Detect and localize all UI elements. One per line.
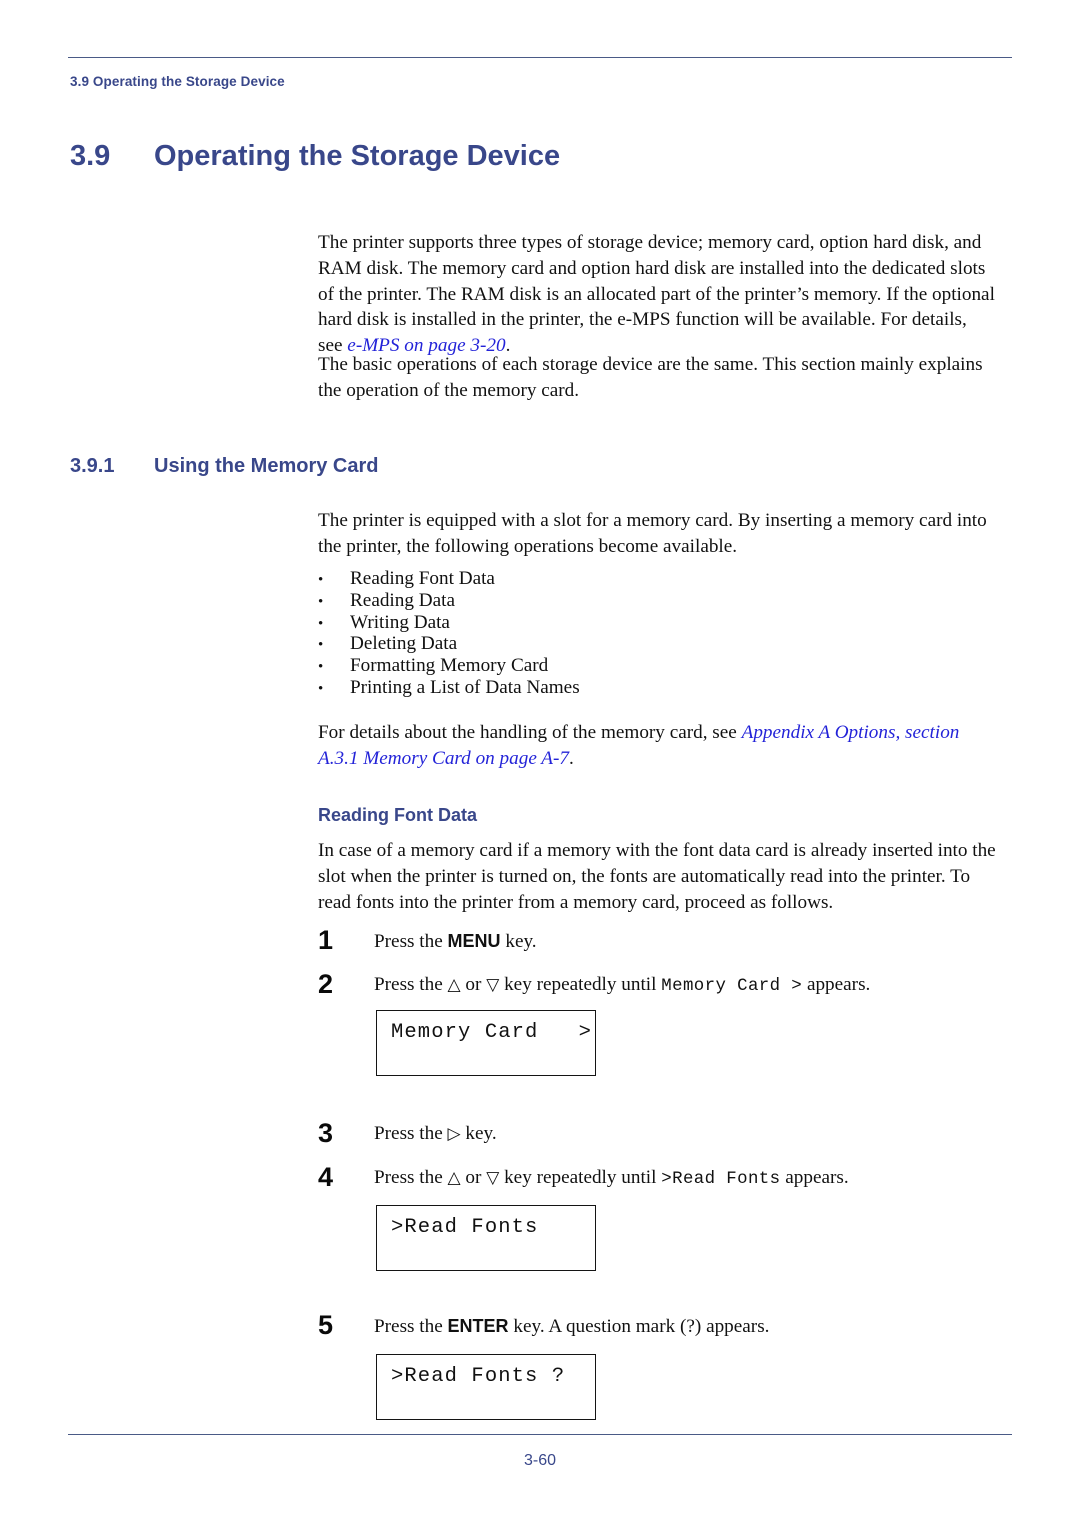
list-item: • Reading Font Data — [318, 568, 996, 590]
step-text-or: or — [460, 1167, 487, 1188]
enter-key-label: ENTER — [447, 1316, 509, 1336]
list-item: • Formatting Memory Card — [318, 655, 996, 677]
document-page: 3.9 Operating the Storage Device 3.9 Oper… — [0, 0, 1080, 1528]
subsection-title: 3.9.1 Using the Memory Card — [70, 455, 378, 478]
step-3: 3 Press the ▷ key. — [318, 1118, 1008, 1152]
triangle-down-icon: ▽ — [486, 975, 500, 995]
step-text: Press the △ or ▽ key repeatedly until >R… — [374, 1166, 849, 1192]
step-text-middle: key repeatedly until — [499, 1167, 662, 1188]
step-text: Press the MENU key. — [374, 929, 537, 954]
memory-card-note-text: For details about the handling of the me… — [318, 722, 742, 743]
bullet-icon: • — [318, 659, 324, 676]
step-number: 1 — [318, 925, 334, 955]
reading-font-data-heading: Reading Font Data — [318, 805, 478, 825]
lcd-text: Memory Card > — [391, 1021, 593, 1044]
display-reference: >Read Fonts — [661, 1170, 781, 1189]
list-item-label: Formatting Memory Card — [350, 655, 549, 677]
list-item-label: Reading Data — [350, 589, 455, 611]
step-text-tail: key. — [460, 1123, 497, 1144]
bullet-icon: • — [318, 680, 324, 697]
bullet-icon: • — [318, 615, 324, 632]
lcd-text: >Read Fonts ? — [391, 1365, 566, 1388]
step-5: 5 Press the ENTER key. A question mark (… — [318, 1310, 1008, 1344]
step-text-tail: appears. — [780, 1167, 849, 1188]
step-text-lead: Press the — [374, 1123, 448, 1144]
list-item-label: Deleting Data — [350, 633, 458, 655]
list-item: • Deleting Data — [318, 633, 996, 655]
list-item: • Writing Data — [318, 612, 996, 634]
triangle-up-icon: △ — [447, 975, 461, 995]
subsection-paragraph: The printer is equipped with a slot for … — [318, 510, 987, 557]
header-rule — [68, 57, 1012, 58]
subsection-number: 3.9.1 — [70, 455, 115, 477]
list-item: • Reading Data — [318, 590, 996, 612]
lcd-display-read-fonts-confirm: >Read Fonts ? — [376, 1354, 596, 1420]
bullet-icon: • — [318, 637, 324, 654]
step-text: Press the ENTER key. A question mark (?)… — [374, 1314, 769, 1339]
step-text-tail: key. A question mark (?) appears. — [508, 1316, 770, 1337]
memory-card-note-tail: . — [569, 747, 574, 769]
step-text-lead: Press the — [374, 1167, 448, 1188]
bullet-icon: • — [318, 593, 324, 610]
section-number: 3.9 — [70, 140, 111, 172]
step-number: 3 — [318, 1118, 334, 1148]
triangle-right-icon: ▷ — [447, 1124, 461, 1144]
operations-list: • Reading Font Data • Reading Data • Wri… — [318, 568, 996, 699]
step-text-lead: Press the — [374, 1316, 448, 1337]
lcd-text: >Read Fonts — [391, 1216, 539, 1239]
page-number: 3-60 — [523, 1452, 557, 1469]
lcd-display-memory-card: Memory Card > — [376, 1010, 596, 1076]
step-text-lead: Press the — [374, 931, 448, 952]
step-text: Press the ▷ key. — [374, 1122, 497, 1146]
intro-paragraph-2: The basic operations of each storage dev… — [318, 354, 983, 401]
list-item-label: Writing Data — [350, 611, 450, 633]
step-text-tail: appears. — [802, 974, 871, 995]
step-text: Press the △ or ▽ key repeatedly until Me… — [374, 973, 870, 999]
lcd-display-read-fonts: >Read Fonts — [376, 1205, 596, 1271]
page-title: 3.9 Operating the Storage Device — [70, 140, 560, 173]
triangle-down-icon: ▽ — [486, 1168, 500, 1188]
step-text-tail: key. — [500, 931, 537, 952]
section-title-text: Operating the Storage Device — [154, 140, 561, 172]
intro-paragraph-1: The printer supports three types of stor… — [318, 230, 996, 359]
step-text-lead: Press the — [374, 974, 448, 995]
list-item-label: Reading Font Data — [350, 568, 495, 589]
list-item: • Printing a List of Data Names — [318, 677, 996, 699]
step-text-or: or — [460, 974, 487, 995]
reading-font-data-paragraph: In case of a memory card if a memory wit… — [318, 840, 996, 913]
step-4: 4 Press the △ or ▽ key repeatedly until … — [318, 1162, 1008, 1196]
footer-rule — [68, 1434, 1012, 1435]
running-head: 3.9 Operating the Storage Device — [70, 74, 285, 89]
step-1: 1 Press the MENU key. — [318, 925, 1008, 959]
bullet-icon: • — [318, 572, 324, 588]
step-text-middle: key repeatedly until — [499, 974, 662, 995]
step-number: 5 — [318, 1310, 334, 1340]
triangle-up-icon: △ — [447, 1168, 461, 1188]
subsection-title-text: Using the Memory Card — [154, 455, 379, 477]
memory-card-note: For details about the handling of the me… — [318, 720, 996, 772]
step-2: 2 Press the △ or ▽ key repeatedly until … — [318, 969, 1008, 1003]
step-number: 2 — [318, 969, 334, 999]
list-item-label: Printing a List of Data Names — [350, 676, 580, 698]
step-number: 4 — [318, 1162, 334, 1192]
menu-key-label: MENU — [447, 931, 501, 951]
display-reference: Memory Card > — [661, 977, 803, 996]
